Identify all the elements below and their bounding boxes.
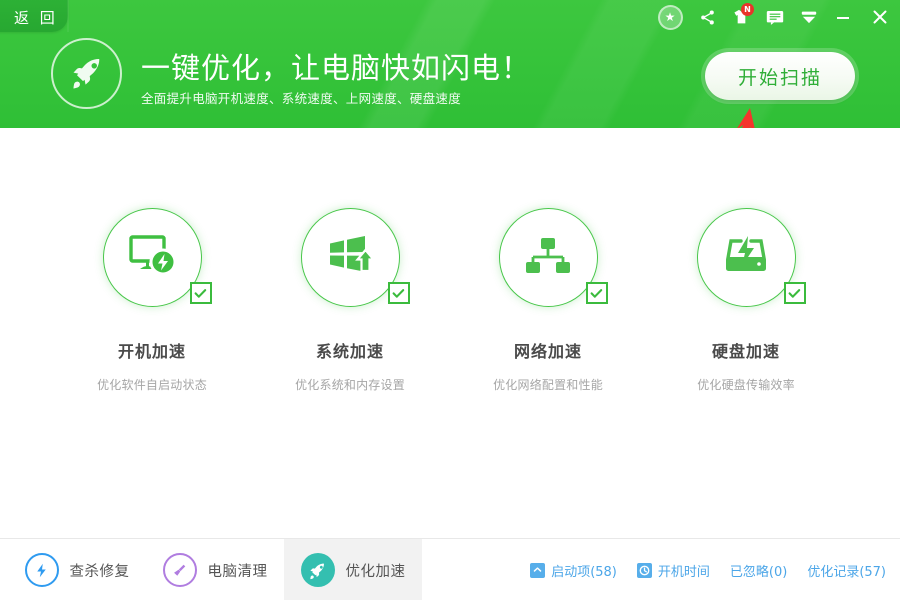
feature-card-system[interactable]: 系统加速 优化系统和内存设置: [251, 208, 449, 393]
feature-title: 网络加速: [514, 338, 582, 362]
shield-bolt-icon: [25, 553, 59, 587]
rocket-icon: [69, 54, 105, 94]
footer-nav-item-repair[interactable]: 查杀修复: [8, 539, 146, 600]
header-banner: 返 回 ★ N: [0, 0, 900, 128]
footer-nav-label: 优化加速: [346, 560, 406, 581]
main-content: 开机加速 优化软件自启动状态: [0, 128, 900, 538]
footer-link-label: 已忽略(0): [730, 561, 787, 580]
footer-nav-label: 电脑清理: [208, 560, 268, 581]
feature-checkbox-system[interactable]: [388, 282, 410, 304]
feature-desc: 优化系统和内存设置: [295, 376, 405, 393]
hero-title: 一键优化，让电脑快如闪电！: [141, 45, 531, 87]
footer-link-label: 启动项(58): [551, 561, 617, 580]
clock-icon: [637, 563, 652, 578]
footer-link-ignored[interactable]: 已忽略(0): [730, 561, 787, 580]
harddisk-bolt-icon-circle[interactable]: [697, 208, 796, 307]
skin-icon[interactable]: N: [724, 1, 758, 33]
feature-checkbox-boot[interactable]: [190, 282, 212, 304]
feature-desc: 优化网络配置和性能: [493, 376, 603, 393]
titlebar-controls: ★ N: [650, 0, 900, 34]
share-icon[interactable]: [690, 1, 724, 33]
feature-list: 开机加速 优化软件自启动状态: [0, 208, 900, 393]
chevron-up-square-icon: [530, 563, 545, 578]
medal-icon[interactable]: ★: [650, 1, 690, 33]
minimize-icon[interactable]: [826, 1, 860, 33]
footer-link-boot-time[interactable]: 开机时间: [637, 561, 710, 580]
feature-card-network[interactable]: 网络加速 优化网络配置和性能: [449, 208, 647, 393]
footer-links: 启动项(58) 开机时间 已忽略(0) 优化记录(57): [510, 539, 886, 600]
close-icon[interactable]: [860, 1, 900, 33]
start-scan-button[interactable]: 开始扫描: [705, 52, 855, 100]
message-icon[interactable]: [758, 1, 792, 33]
footer-nav-label: 查杀修复: [70, 560, 130, 581]
app-window: 返 回 ★ N: [0, 0, 900, 600]
network-tree-icon: [524, 234, 572, 282]
windows-upgrade-icon: [324, 233, 376, 283]
footer-link-label: 开机时间: [658, 561, 710, 580]
harddisk-bolt-icon: [719, 234, 773, 282]
footer-link-history[interactable]: 优化记录(57): [807, 561, 886, 580]
feature-title: 开机加速: [118, 338, 186, 362]
footer-bar: 查杀修复 电脑清理 优化加速: [0, 538, 900, 600]
rocket-icon: [301, 553, 335, 587]
hero-subtitle: 全面提升电脑开机速度、系统速度、上网速度、硬盘速度: [141, 88, 461, 107]
back-button[interactable]: 返 回: [0, 0, 68, 32]
monitor-boot-icon-circle[interactable]: [103, 208, 202, 307]
hero-rocket-badge: [51, 38, 122, 109]
footer-link-label: 优化记录(57): [807, 561, 886, 580]
footer-nav-item-optimize[interactable]: 优化加速: [284, 539, 422, 600]
start-scan-button-label: 开始扫描: [738, 63, 822, 90]
feature-card-disk[interactable]: 硬盘加速 优化硬盘传输效率: [647, 208, 845, 393]
broom-icon: [163, 553, 197, 587]
feature-desc: 优化软件自启动状态: [97, 376, 207, 393]
feature-title: 系统加速: [316, 338, 384, 362]
skin-new-badge: N: [741, 3, 754, 16]
footer-nav: 查杀修复 电脑清理 优化加速: [0, 539, 422, 600]
windows-upgrade-icon-circle[interactable]: [301, 208, 400, 307]
feature-title: 硬盘加速: [712, 338, 780, 362]
feature-checkbox-network[interactable]: [586, 282, 608, 304]
back-button-label: 返 回: [14, 7, 58, 28]
monitor-boot-icon: [126, 233, 178, 283]
network-tree-icon-circle[interactable]: [499, 208, 598, 307]
feature-card-boot[interactable]: 开机加速 优化软件自启动状态: [53, 208, 251, 393]
footer-link-startup-items[interactable]: 启动项(58): [530, 561, 617, 580]
feature-desc: 优化硬盘传输效率: [697, 376, 795, 393]
menu-chevron-down-icon[interactable]: [792, 1, 826, 33]
feature-checkbox-disk[interactable]: [784, 282, 806, 304]
footer-nav-item-clean[interactable]: 电脑清理: [146, 539, 284, 600]
